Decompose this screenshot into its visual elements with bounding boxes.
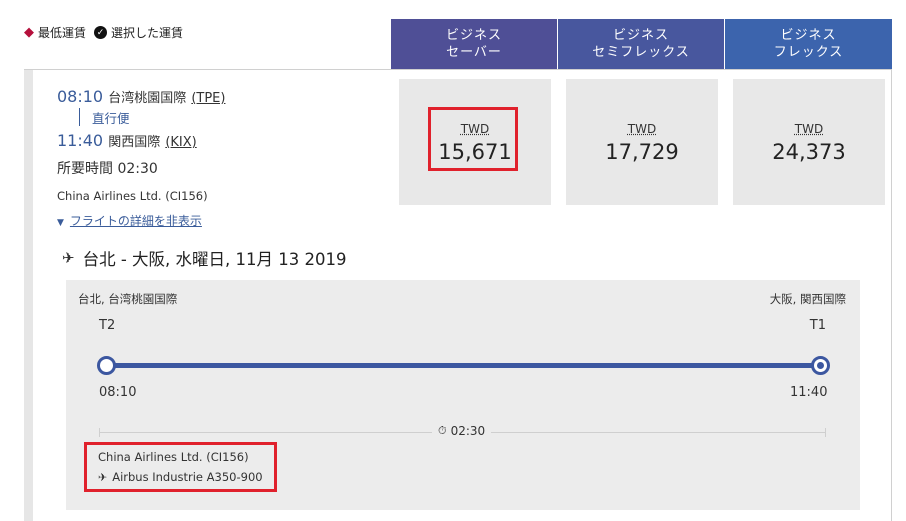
- fare-price: 17,729: [605, 140, 679, 164]
- flight-row-right-border: [891, 69, 892, 521]
- flight-row-left-bar: [24, 69, 33, 521]
- stopwatch-icon: ⏱: [438, 424, 447, 437]
- detail-departure-time: 08:10: [99, 385, 137, 400]
- flight-row-divider: [24, 69, 892, 70]
- detail-arrival-terminal: T1: [809, 318, 826, 333]
- hide-flight-details-label: フライトの詳細を非表示: [69, 214, 202, 228]
- flight-timeline-track: [104, 363, 822, 368]
- fare-header-line1: ビジネス: [780, 28, 837, 43]
- arrival-time: 11:40: [57, 131, 104, 150]
- detail-arrival-city: 大阪, 関西国際: [769, 292, 846, 306]
- detail-departure-city: 台北, 台湾桃園国際: [78, 292, 178, 306]
- duration-line-end: [825, 428, 826, 437]
- caret-down-icon: ▼: [57, 218, 64, 228]
- currency-label: TWD: [794, 122, 824, 136]
- fare-option-business-flex[interactable]: TWD 24,373: [733, 79, 885, 205]
- route-heading: ✈ 台北 - 大阪, 水曜日, 11月 13 2019: [62, 246, 346, 270]
- fare-price: 24,373: [772, 140, 846, 164]
- fare-header-business-flex: ビジネス フレックス: [725, 19, 892, 69]
- arrival-summary: 11:40 関西国際 (KIX): [57, 131, 197, 150]
- price-tag-icon: ◆: [24, 25, 34, 40]
- fare-option-business-semiflex[interactable]: TWD 17,729: [566, 79, 718, 205]
- fare-header-line1: ビジネス: [612, 28, 669, 43]
- hide-flight-details-link[interactable]: ▼ フライトの詳細を非表示: [57, 212, 202, 229]
- fare-header-line2: セミフレックス: [592, 45, 690, 60]
- departure-time: 08:10: [57, 87, 104, 106]
- arrival-airport: 関西国際: [108, 135, 161, 150]
- duration-line-start: [99, 428, 100, 437]
- route-heading-text: 台北 - 大阪, 水曜日, 11月 13 2019: [82, 250, 347, 269]
- fare-legend: ◆ 最低運賃 ✓ 選択した運賃: [24, 24, 183, 41]
- check-circle-icon: ✓: [94, 26, 108, 39]
- detail-duration: ⏱ 02:30: [432, 424, 492, 438]
- arrival-airport-code[interactable]: (KIX): [165, 135, 196, 150]
- fare-header-business-semiflex: ビジネス セミフレックス: [558, 19, 724, 69]
- departure-airport: 台湾桃園国際: [108, 91, 187, 106]
- legend-lowest-fare: 最低運賃: [38, 26, 87, 40]
- highlight-box-carrier: [84, 442, 277, 492]
- currency-label: TWD: [627, 122, 657, 136]
- arrival-node-icon: [811, 356, 830, 375]
- departure-node-icon: [97, 356, 116, 375]
- departure-airport-code[interactable]: (TPE): [191, 91, 225, 106]
- fare-header-line1: ビジネス: [445, 28, 502, 43]
- fare-header-business-saver: ビジネス セーバー: [391, 19, 557, 69]
- highlight-box-price: [428, 107, 518, 171]
- detail-departure-terminal: T2: [99, 318, 116, 333]
- departure-summary: 08:10 台湾桃園国際 (TPE): [57, 87, 225, 106]
- detail-arrival-time: 11:40: [790, 385, 828, 400]
- detail-duration-text: 02:30: [450, 424, 486, 438]
- legend-selected-fare: 選択した運賃: [111, 26, 184, 40]
- fare-header-line2: セーバー: [446, 45, 502, 60]
- fare-header-line2: フレックス: [773, 45, 844, 60]
- carrier-name: China Airlines Ltd. (CI156): [57, 189, 208, 203]
- stop-type: 直行便: [79, 108, 130, 126]
- airplane-icon: ✈: [62, 249, 75, 267]
- flight-duration: 所要時間 02:30: [57, 161, 158, 177]
